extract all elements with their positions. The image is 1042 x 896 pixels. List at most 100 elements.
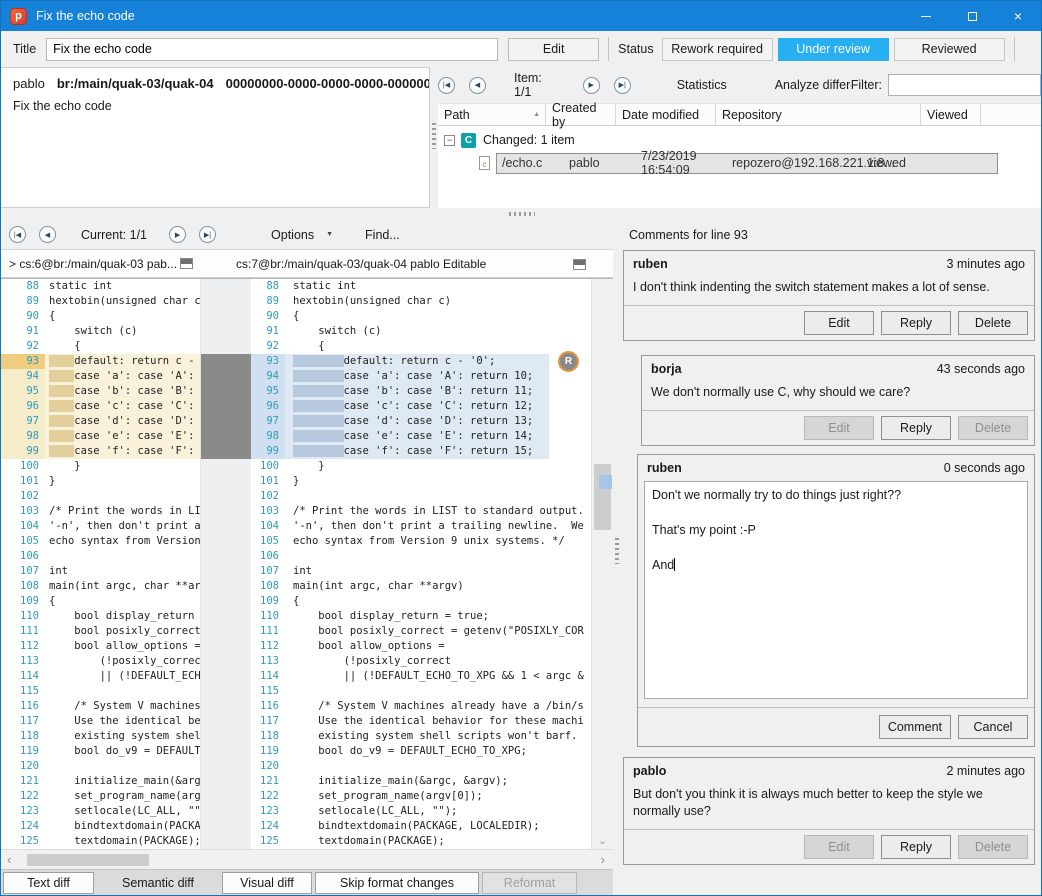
previous-diff-button[interactable]: ◀ xyxy=(39,226,56,243)
horizontal-splitter[interactable] xyxy=(1,208,1041,220)
line-number: 105 xyxy=(251,534,285,549)
monitor-icon[interactable] xyxy=(180,258,193,269)
code-line: 89hextobin(unsigned char c) xyxy=(251,294,584,309)
code-line: 118 existing system shell scripts won't … xyxy=(1,729,200,744)
reply-button[interactable]: Reply xyxy=(881,416,951,440)
line-number: 117 xyxy=(251,714,285,729)
first-item-button[interactable]: |◀ xyxy=(438,77,455,94)
comment-actions: EditReplyDelete xyxy=(642,410,1034,445)
find-button[interactable]: Find... xyxy=(365,228,400,242)
tab-text-diff[interactable]: Text diff xyxy=(3,872,94,894)
next-item-button[interactable]: ▶ xyxy=(583,77,600,94)
code-text: existing system shell scripts won't barf… xyxy=(45,729,200,744)
comments-list: ruben3 minutes agoI don't think indentin… xyxy=(623,250,1035,865)
horizontal-scrollbar[interactable]: ‹ › xyxy=(1,849,613,869)
tab-semantic-diff[interactable]: Semantic diff xyxy=(97,872,219,894)
code-line: 95 case 'b': case 'B': return 11; xyxy=(1,384,200,399)
analyze-differences-link[interactable]: Analyze differer xyxy=(775,78,851,92)
delete-button[interactable]: Delete xyxy=(958,311,1028,335)
last-diff-button[interactable]: ▶| xyxy=(199,226,216,243)
right-revision-header: cs:7@br:/main/quak-03/quak-04 pablo Edit… xyxy=(236,257,486,271)
delete-button: Delete xyxy=(958,416,1028,440)
code-line: 98 case 'e': case 'E': return 14; xyxy=(1,429,200,444)
code-text xyxy=(45,684,200,699)
column-label: Path xyxy=(444,108,470,122)
column-header-repository[interactable]: Repository xyxy=(716,104,921,125)
diff-toolbar: |◀ ◀ Current: 1/1 ▶ ▶| Options ▼ Find... xyxy=(1,220,613,249)
file-row[interactable]: c /echo.c pablo 7/23/2019 16:54:09 repoz… xyxy=(438,152,1041,174)
chevron-down-icon[interactable]: ▼ xyxy=(326,231,333,238)
line-number: 112 xyxy=(251,639,285,654)
scroll-left-icon[interactable]: ‹ xyxy=(7,852,11,867)
line-number: 119 xyxy=(251,744,285,759)
code-text: textdomain(PACKAGE); xyxy=(45,834,200,849)
status-button-rework-required[interactable]: Rework required xyxy=(662,38,773,61)
first-diff-button[interactable]: |◀ xyxy=(9,226,26,243)
line-number: 94 xyxy=(251,369,285,384)
close-button[interactable]: × xyxy=(995,1,1041,31)
code-text: main(int argc, char **argv) xyxy=(45,579,200,594)
scroll-down-icon[interactable]: ⌄ xyxy=(592,836,613,847)
right-code-editor[interactable]: 88static int89hextobin(unsigned char c)9… xyxy=(251,279,584,849)
column-header-date-modified[interactable]: Date modified xyxy=(616,104,716,125)
edit-title-button[interactable]: Edit xyxy=(508,38,599,61)
tab-reformat: Reformat xyxy=(482,872,577,894)
status-button-reviewed[interactable]: Reviewed xyxy=(894,38,1005,61)
reply-button[interactable]: Reply xyxy=(881,311,951,335)
code-text: || (!DEFAULT_ECHO_TO_XPG && 1 < argc & xyxy=(45,669,200,684)
code-text: bool do_v9 = DEFAULT_ECHO_TO_XPG; xyxy=(285,744,584,759)
line-number: 109 xyxy=(1,594,45,609)
column-header-viewed[interactable]: Viewed xyxy=(921,104,981,125)
last-item-button[interactable]: ▶| xyxy=(614,77,631,94)
scrollbar-thumb[interactable] xyxy=(594,464,611,530)
line-number: 91 xyxy=(251,324,285,339)
comment-card: borja43 seconds agoWe don't normally use… xyxy=(641,355,1035,446)
code-text xyxy=(45,489,200,504)
vertical-splitter[interactable] xyxy=(613,220,621,894)
comment-input[interactable]: Don't we normally try to do things just … xyxy=(644,481,1028,699)
statistics-link[interactable]: Statistics xyxy=(677,78,727,92)
changed-badge-icon: C xyxy=(461,133,476,148)
scroll-right-icon[interactable]: › xyxy=(601,852,605,867)
cancel-button[interactable]: Cancel xyxy=(958,715,1028,739)
status-segmented-control: Rework requiredUnder reviewReviewed xyxy=(662,38,1005,61)
next-diff-button[interactable]: ▶ xyxy=(169,226,186,243)
selected-file-row[interactable]: /echo.c pablo 7/23/2019 16:54:09 repozer… xyxy=(496,153,998,174)
line-number: 108 xyxy=(1,579,45,594)
left-code-editor[interactable]: 88static int89hextobin(unsigned char c)9… xyxy=(1,279,200,849)
review-comment-badge[interactable]: R xyxy=(558,351,579,372)
code-text: { xyxy=(45,594,200,609)
title-input[interactable] xyxy=(46,38,498,61)
vertical-scrollbar[interactable]: ⌄ xyxy=(591,279,613,849)
tab-skip-format-changes[interactable]: Skip format changes xyxy=(315,872,479,894)
previous-item-button[interactable]: ◀ xyxy=(469,77,486,94)
reply-button[interactable]: Reply xyxy=(881,835,951,859)
comment-button[interactable]: Comment xyxy=(879,715,951,739)
tab-visual-diff[interactable]: Visual diff xyxy=(222,872,312,894)
options-menu[interactable]: Options xyxy=(271,228,314,242)
minimize-button[interactable] xyxy=(903,1,949,31)
code-line: 114 || (!DEFAULT_ECHO_TO_XPG && 1 < argc… xyxy=(251,669,584,684)
filter-input[interactable] xyxy=(888,74,1041,96)
line-number: 125 xyxy=(1,834,45,849)
vertical-splitter[interactable] xyxy=(430,67,438,208)
status-button-under-review[interactable]: Under review xyxy=(778,38,889,61)
edit-button[interactable]: Edit xyxy=(804,311,874,335)
maximize-button[interactable] xyxy=(949,1,995,31)
monitor-icon[interactable] xyxy=(573,259,586,270)
comment-card: ruben3 minutes agoI don't think indentin… xyxy=(623,250,1035,341)
code-text: set_program_name(argv[0]); xyxy=(45,789,200,804)
code-text: case 'a': case 'A': return 10; xyxy=(45,369,200,384)
line-number: 106 xyxy=(251,549,285,564)
changed-group-row[interactable]: − C Changed: 1 item xyxy=(438,130,1041,150)
column-header-created-by[interactable]: Created by xyxy=(546,104,616,125)
scrollbar-thumb[interactable] xyxy=(27,854,149,866)
code-line: 110 bool display_return = true; xyxy=(251,609,584,624)
code-line: 113 (!posixly_correct xyxy=(1,654,200,669)
code-line: 95 case 'b': case 'B': return 11; xyxy=(251,384,584,399)
line-number: 123 xyxy=(251,804,285,819)
collapse-expander-icon[interactable]: − xyxy=(444,135,455,146)
column-header-path[interactable]: Path▲ xyxy=(438,104,546,125)
line-number: 112 xyxy=(1,639,45,654)
code-text: case 'c': case 'C': return 12; xyxy=(285,399,584,414)
